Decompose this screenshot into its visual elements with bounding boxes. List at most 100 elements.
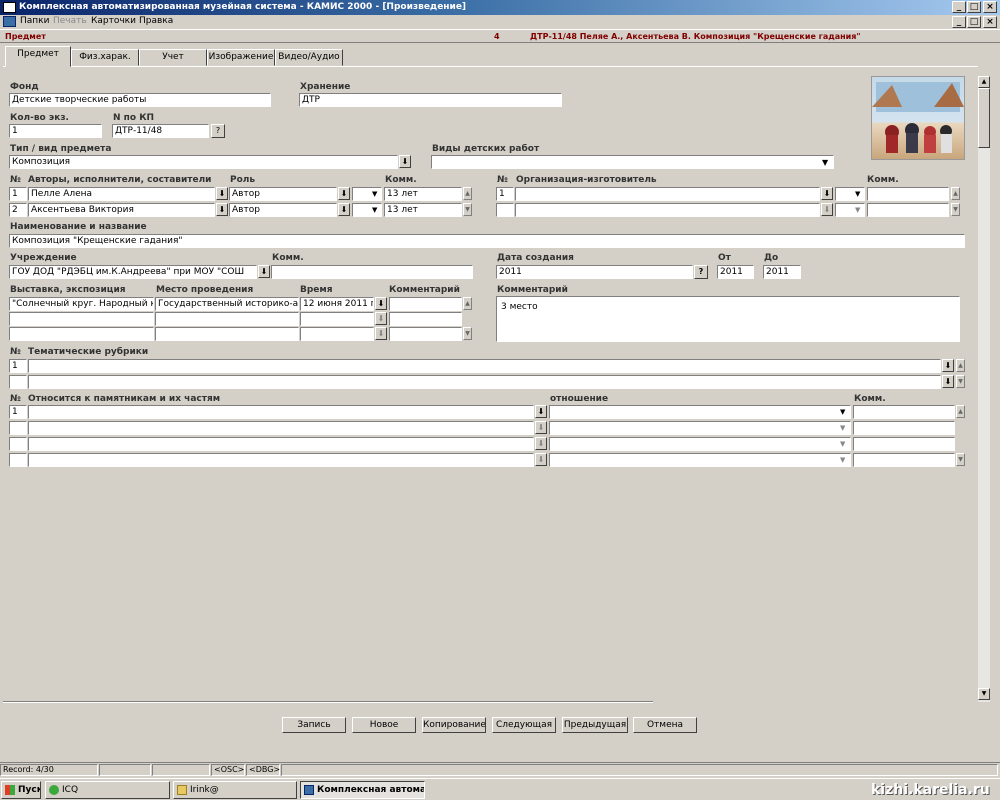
exhibition-comment-field[interactable]: [389, 327, 462, 341]
time-field[interactable]: 12 июня 2011 г.: [300, 297, 374, 311]
kinds-select[interactable]: [431, 155, 834, 169]
kp-field[interactable]: ДТР-11/48: [112, 124, 209, 138]
name-field[interactable]: Композиция "Крещенские гадания": [9, 234, 965, 248]
rubric-field[interactable]: [28, 375, 941, 389]
place-field[interactable]: [155, 327, 299, 341]
org-extra-field[interactable]: [835, 203, 865, 217]
monument-comm-field[interactable]: [853, 405, 955, 419]
relation-select[interactable]: [549, 437, 851, 451]
place-field[interactable]: [155, 312, 299, 326]
type-field[interactable]: Композиция: [9, 155, 398, 169]
author-scroll-down[interactable]: ▼: [463, 203, 472, 216]
org-comm-field[interactable]: [867, 187, 949, 201]
institution-comm-field[interactable]: [271, 265, 473, 279]
role-dropdown-button[interactable]: ⬇: [338, 187, 350, 200]
scroll-thumb[interactable]: [978, 88, 990, 148]
exhibition-dropdown-button[interactable]: ⬇: [375, 297, 387, 310]
org-chevron-down-icon[interactable]: ▼: [855, 206, 860, 214]
author-row-no[interactable]: 1: [9, 187, 27, 201]
relation-select[interactable]: [549, 405, 851, 419]
monument-field[interactable]: [28, 437, 534, 451]
exhibition-comment-field[interactable]: [389, 297, 462, 311]
monument-scroll-down[interactable]: ▼: [956, 453, 965, 466]
minimize-button[interactable]: _: [952, 1, 966, 13]
org-scroll-down[interactable]: ▼: [951, 203, 960, 216]
monument-dropdown-button[interactable]: ⬇: [535, 437, 547, 450]
relation-chevron-down-icon[interactable]: ▼: [840, 408, 845, 416]
author-comm-field[interactable]: 13 лет: [384, 203, 462, 217]
form-vertical-scrollbar[interactable]: ▲ ▼: [978, 76, 990, 702]
monument-comm-field[interactable]: [853, 421, 955, 435]
place-field[interactable]: Государственный историко-ар: [155, 297, 299, 311]
item-image-thumbnail[interactable]: [871, 76, 965, 160]
menu-folders[interactable]: Папки: [20, 16, 49, 26]
type-dropdown-button[interactable]: ⬇: [399, 155, 411, 168]
close-button[interactable]: ×: [983, 1, 997, 13]
author-name-field[interactable]: Аксентьева Виктория: [28, 203, 215, 217]
rubric-scroll-down[interactable]: ▼: [956, 375, 965, 388]
institution-field[interactable]: ГОУ ДОД "РДЭБЦ им.К.Андреева" при МОУ "С…: [9, 265, 257, 279]
monument-dropdown-button[interactable]: ⬇: [535, 405, 547, 418]
cancel-button[interactable]: Отмена: [633, 717, 697, 733]
monument-field[interactable]: [28, 453, 534, 467]
author-dropdown-button[interactable]: ⬇: [216, 203, 228, 216]
role-chevron-down-icon[interactable]: ▼: [372, 190, 377, 198]
tab-video-audio[interactable]: Видео/Аудио: [275, 49, 343, 66]
author-role-field[interactable]: Автор: [229, 187, 337, 201]
institution-dropdown-button[interactable]: ⬇: [258, 265, 270, 278]
monument-row-no[interactable]: [9, 421, 27, 435]
child-restore-button[interactable]: □: [967, 16, 981, 28]
tab-image[interactable]: Изображение: [207, 49, 275, 66]
author-role-extra[interactable]: [352, 203, 382, 217]
taskbar-item-icq[interactable]: ICQ: [45, 781, 170, 799]
next-button[interactable]: Следующая: [492, 717, 556, 733]
from-field[interactable]: 2011: [717, 265, 754, 279]
author-comm-field[interactable]: 13 лет: [384, 187, 462, 201]
role-dropdown-button[interactable]: ⬇: [338, 203, 350, 216]
rubric-field[interactable]: [28, 359, 941, 373]
doc-icon[interactable]: [3, 16, 16, 27]
taskbar-item-folder[interactable]: Irink@: [173, 781, 297, 799]
org-chevron-down-icon[interactable]: ▼: [855, 190, 860, 198]
rubric-dropdown-button[interactable]: ⬇: [942, 375, 954, 388]
org-comm-field[interactable]: [867, 203, 949, 217]
monument-dropdown-button[interactable]: ⬇: [535, 421, 547, 434]
kp-lookup-button[interactable]: ?: [211, 124, 225, 138]
tab-accounting[interactable]: Учет: [139, 49, 207, 66]
org-name-field[interactable]: [515, 203, 820, 217]
exhibition-field[interactable]: [9, 327, 154, 341]
kinds-chevron-down-icon[interactable]: ▼: [822, 158, 828, 167]
monument-row-no[interactable]: [9, 437, 27, 451]
to-field[interactable]: 2011: [763, 265, 801, 279]
menu-print[interactable]: Печать: [53, 16, 87, 26]
relation-chevron-down-icon[interactable]: ▼: [840, 440, 845, 448]
tab-item[interactable]: Предмет: [5, 46, 71, 67]
author-row-no[interactable]: 2: [9, 203, 27, 217]
author-role-field[interactable]: Автор: [229, 203, 337, 217]
org-name-field[interactable]: [515, 187, 820, 201]
monument-row-no[interactable]: 1: [9, 405, 27, 419]
org-scroll-up[interactable]: ▲: [951, 187, 960, 200]
monument-comm-field[interactable]: [853, 437, 955, 451]
menu-edit[interactable]: Правка: [139, 16, 173, 26]
relation-select[interactable]: [549, 421, 851, 435]
exhibition-comment-field[interactable]: [389, 312, 462, 326]
author-dropdown-button[interactable]: ⬇: [216, 187, 228, 200]
time-field[interactable]: [300, 312, 374, 326]
previous-button[interactable]: Предыдущая: [562, 717, 628, 733]
start-button[interactable]: Пуск: [1, 781, 41, 799]
org-dropdown-button[interactable]: ⬇: [821, 203, 833, 216]
monument-field[interactable]: [28, 405, 534, 419]
tab-physical[interactable]: Физ.харак.: [71, 49, 139, 66]
save-button[interactable]: Запись: [282, 717, 346, 733]
relation-chevron-down-icon[interactable]: ▼: [840, 424, 845, 432]
monument-comm-field[interactable]: [853, 453, 955, 467]
rubric-scroll-up[interactable]: ▲: [956, 359, 965, 372]
author-scroll-up[interactable]: ▲: [463, 187, 472, 200]
exhibition-dropdown-button[interactable]: ⬇: [375, 327, 387, 340]
created-field[interactable]: 2011: [496, 265, 693, 279]
role-chevron-down-icon[interactable]: ▼: [372, 206, 377, 214]
relation-select[interactable]: [549, 453, 851, 467]
maximize-button[interactable]: □: [967, 1, 981, 13]
monument-row-no[interactable]: [9, 453, 27, 467]
